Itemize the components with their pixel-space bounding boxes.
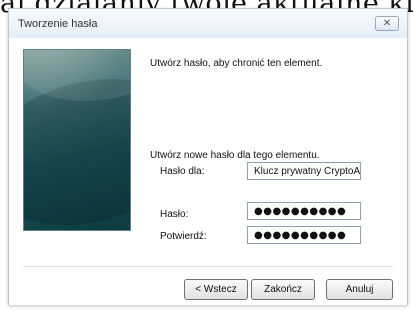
cancel-button[interactable]: Anuluj [326, 279, 393, 300]
password-input[interactable]: ●●●●●●●●●● [247, 202, 361, 220]
password-for-label: Hasło dla: [160, 166, 205, 177]
create-password-dialog: Tworzenie hasła ✕ Utwórz hasło, aby chro… [8, 8, 408, 305]
password-section-label: Utwórz nowe hasło dla tego elementu. [150, 150, 320, 161]
confirm-password-label: Potwierdź: [160, 231, 207, 242]
intro-text: Utwórz hasło, aby chronić ten element. [150, 58, 323, 69]
button-area-separator [23, 266, 393, 268]
back-button[interactable]: < Wstecz [184, 279, 248, 300]
password-for-value: Klucz prywatny CryptoAPI [254, 165, 361, 177]
confirm-password-masked-value: ●●●●●●●●●● [254, 229, 347, 241]
close-icon: ✕ [382, 17, 392, 29]
password-for-field: Klucz prywatny CryptoAPI [247, 162, 361, 180]
finish-button[interactable]: Zakończ [251, 279, 315, 300]
dialog-title: Tworzenie hasła [18, 18, 98, 30]
dialog-title-bar[interactable]: Tworzenie hasła ✕ [9, 9, 407, 38]
wizard-side-image [23, 49, 131, 231]
confirm-password-input[interactable]: ●●●●●●●●●● [247, 226, 361, 244]
password-masked-value: ●●●●●●●●●● [254, 205, 347, 217]
close-button[interactable]: ✕ [375, 16, 399, 31]
dialog-content: Utwórz hasło, aby chronić ten element. U… [9, 39, 407, 305]
password-label: Hasło: [160, 209, 189, 220]
screenshot-page: aj dzialaniy twoje aktualne klucz Tworze… [0, 0, 414, 311]
